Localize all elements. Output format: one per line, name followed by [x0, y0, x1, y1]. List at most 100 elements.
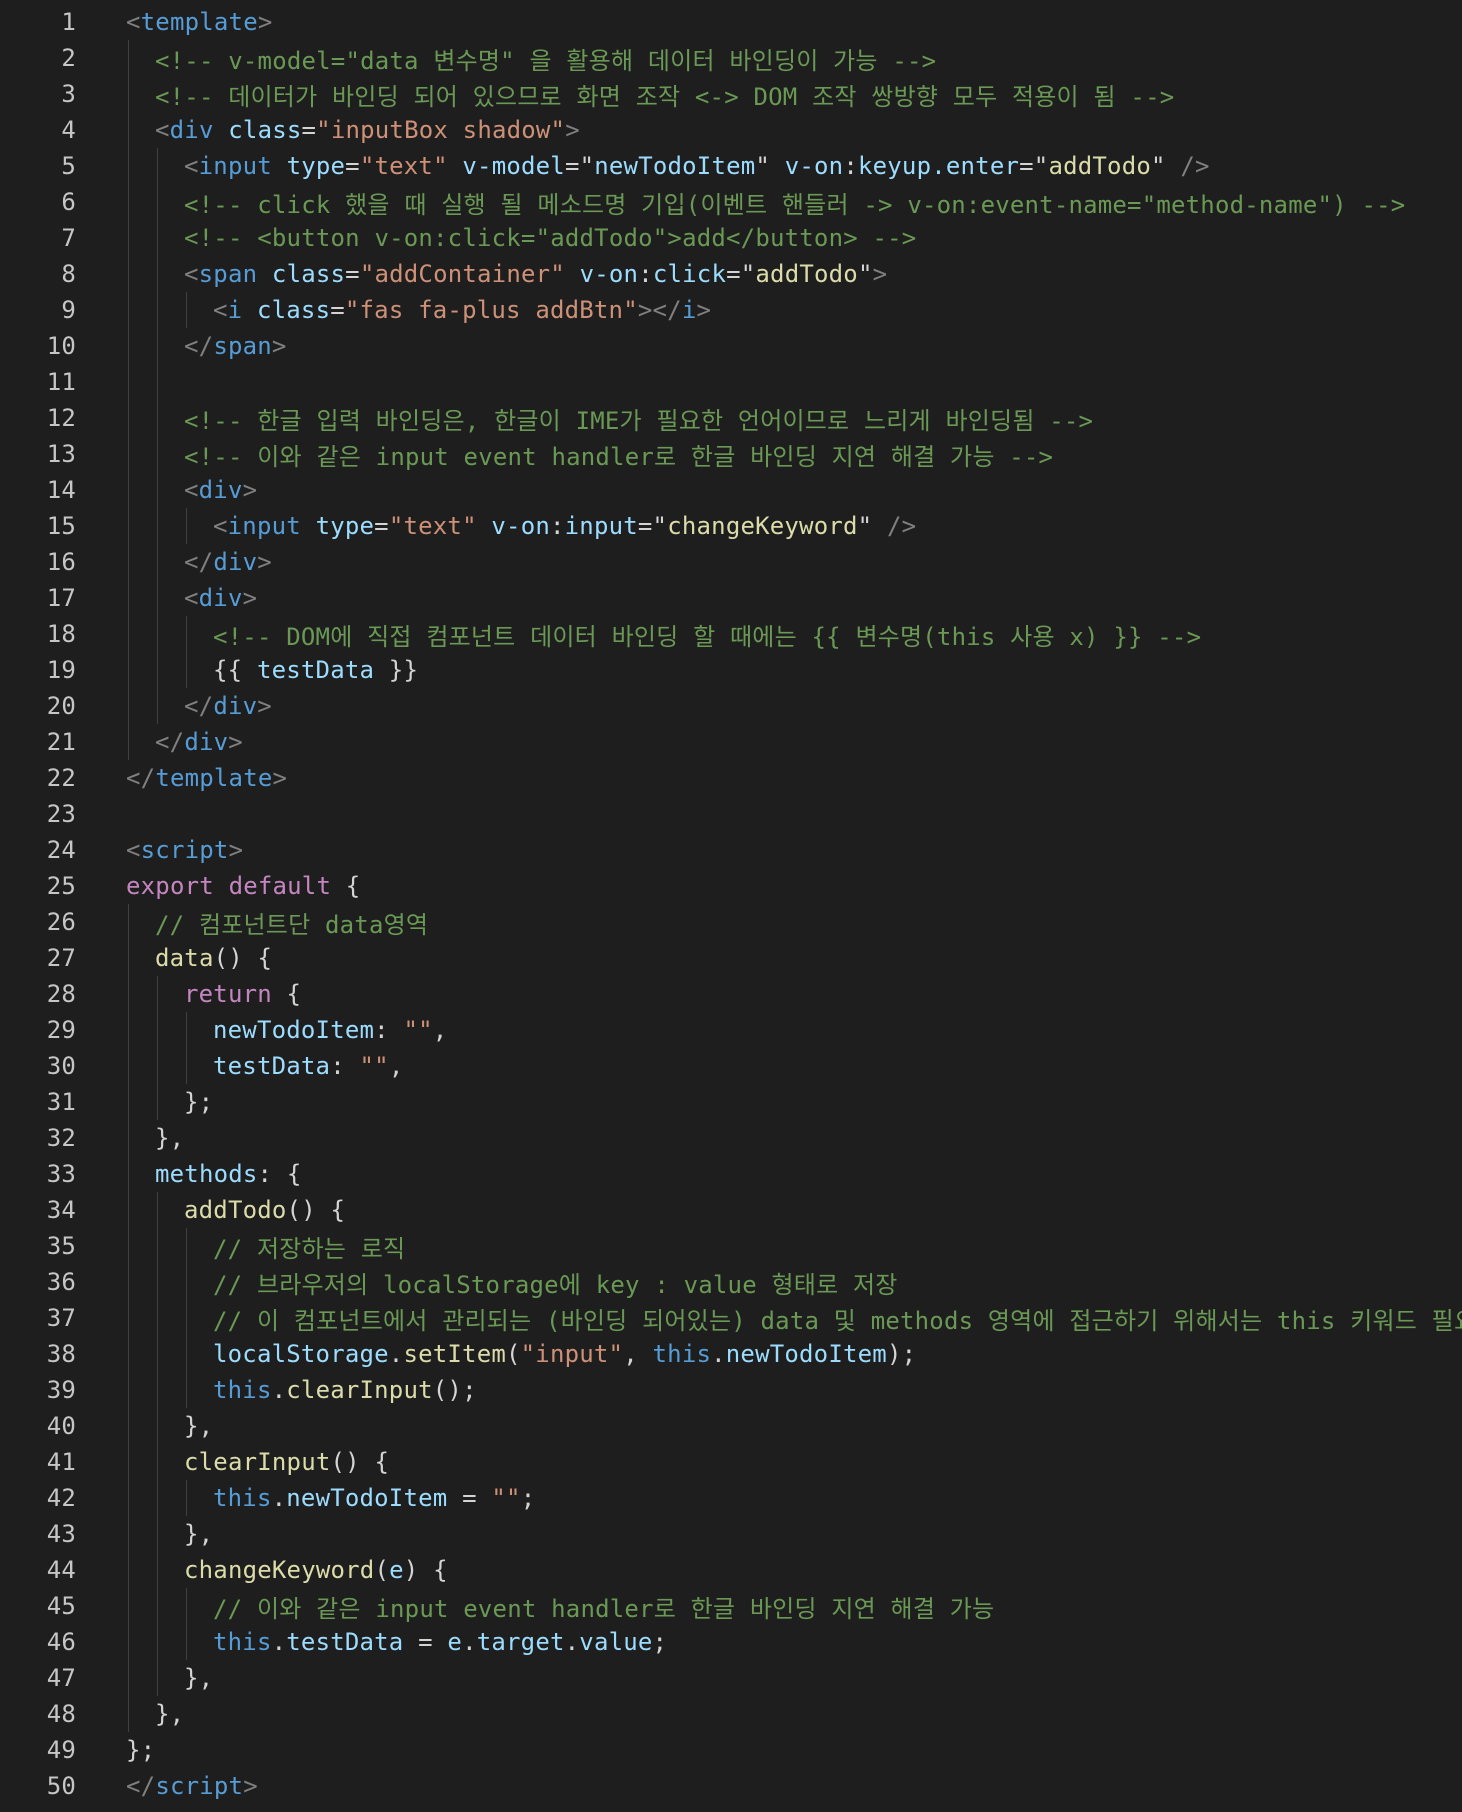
token-plain: ; [652, 1628, 668, 1656]
code-line[interactable]: 40}, [0, 1408, 1462, 1444]
code-line[interactable]: 48}, [0, 1696, 1462, 1732]
token-func: data [155, 944, 214, 972]
code-line[interactable]: 11 [0, 364, 1462, 400]
token-tag: span [213, 332, 272, 360]
code-line[interactable]: 42 this.newTodoItem = ""; [0, 1480, 1462, 1516]
indent-guide [128, 1516, 129, 1552]
code-line[interactable]: 39 this.clearInput(); [0, 1372, 1462, 1408]
code-line[interactable]: 16 </div> [0, 544, 1462, 580]
code-text: {{ testData }} [213, 656, 418, 684]
code-line[interactable]: 22 </template> [0, 760, 1462, 796]
indent-guide [128, 688, 129, 724]
line-number: 40 [46, 1412, 76, 1440]
token-plain: ) { [403, 1556, 448, 1584]
code-line[interactable]: 23 [0, 796, 1462, 832]
token-attr: type [315, 512, 375, 540]
token-var: e [389, 1556, 404, 1584]
token-var: newTodoItem [213, 1016, 375, 1044]
token-kw2: this [213, 1628, 272, 1656]
token-tag: i [681, 296, 697, 324]
indent-guide [157, 220, 158, 256]
token-comment: // 이 컴포넌트에서 관리되는 (바인딩 되어있는) data 및 metho… [213, 1306, 1462, 1335]
code-line[interactable]: 32}, [0, 1120, 1462, 1156]
indent-guide [128, 544, 129, 580]
code-line[interactable]: 7 <!-- <button v-on:click="addTodo">add</… [0, 220, 1462, 256]
code-line[interactable]: 5 <input type="text" v-model="newTodoItem… [0, 148, 1462, 184]
indent-guide [128, 724, 129, 760]
indent-guide [157, 652, 158, 688]
code-text: newTodoItem: "", [213, 1016, 447, 1044]
code-line[interactable]: 4 <div class="inputBox shadow"> [0, 112, 1462, 148]
code-text: data() { [155, 944, 272, 972]
code-line[interactable]: 36 // 브라우저의 localStorage에 key : value 형태로… [0, 1264, 1462, 1300]
token-tag: template [155, 764, 273, 792]
token-tag: input [227, 512, 301, 540]
token-str: "" [403, 1016, 433, 1044]
code-line[interactable]: 21 </div> [0, 724, 1462, 760]
code-line[interactable]: 12 <!-- 한글 입력 바인딩은, 한글이 IME가 필요한 언어이므로 느리… [0, 400, 1462, 436]
indent-guide [157, 1264, 158, 1300]
code-line[interactable]: 9 <i class="fas fa-plus addBtn"></i> [0, 292, 1462, 328]
token-plain: }, [155, 1124, 185, 1152]
token-punct: </ [184, 548, 214, 576]
code-line[interactable]: 41 clearInput() { [0, 1444, 1462, 1480]
indent-guide [157, 184, 158, 220]
code-line[interactable]: 37 // 이 컴포넌트에서 관리되는 (바인딩 되어있는) data 및 met… [0, 1300, 1462, 1336]
token-kw2: this [213, 1484, 272, 1512]
token-plain: = [447, 1484, 492, 1512]
code-line[interactable]: 47}, [0, 1660, 1462, 1696]
code-line[interactable]: 2 <!-- v-model="data 변수명" 을 활용해 데이터 바인딩이 … [0, 40, 1462, 76]
code-line[interactable]: 34 addTodo() { [0, 1192, 1462, 1228]
token-plain: = [403, 1628, 448, 1656]
code-line[interactable]: 17 <div> [0, 580, 1462, 616]
indent-guide [186, 1264, 187, 1300]
code-line[interactable]: 26 // 컴포넌트단 data영역 [0, 904, 1462, 940]
code-text: <template> [126, 8, 273, 36]
code-line[interactable]: 33 methods: { [0, 1156, 1462, 1192]
code-line[interactable]: 8 <span class="addContainer" v-on:click="… [0, 256, 1462, 292]
code-line[interactable]: 15 <input type="text" v-on:input="changeK… [0, 508, 1462, 544]
code-line[interactable]: 10 </span> [0, 328, 1462, 364]
code-line[interactable]: 25 export default { [0, 868, 1462, 904]
indent-guide [128, 1336, 129, 1372]
line-number: 45 [46, 1592, 76, 1620]
code-line[interactable]: 28 return { [0, 976, 1462, 1012]
code-line[interactable]: 3 <!-- 데이터가 바인딩 되어 있으므로 화면 조작 <-> DOM 조작 … [0, 76, 1462, 112]
code-line[interactable]: 46 this.testData = e.target.value; [0, 1624, 1462, 1660]
code-line[interactable]: 14 <div> [0, 472, 1462, 508]
code-line[interactable]: 45 // 이와 같은 input event handler로 한글 바인딩 지… [0, 1588, 1462, 1624]
code-editor[interactable]: 1 <template> 2 <!-- v-model="data 변수명" 을 활용… [0, 0, 1462, 1812]
code-line[interactable]: 44 changeKeyword(e) { [0, 1552, 1462, 1588]
indent-guide [128, 1300, 129, 1336]
code-line[interactable]: 31}; [0, 1084, 1462, 1120]
token-plain: . [271, 1628, 287, 1656]
token-comment: <!-- 데이터가 바인딩 되어 있으므로 화면 조작 <-> DOM 조작 쌍… [155, 82, 1175, 111]
token-var: testData [213, 1052, 331, 1080]
code-line[interactable]: 49}; [0, 1732, 1462, 1768]
code-line[interactable]: 50 </script> [0, 1768, 1462, 1804]
code-line[interactable]: 18 <!-- DOM에 직접 컴포넌트 데이터 바인딩 할 때에는 {{ 변수명… [0, 616, 1462, 652]
code-line[interactable]: 43}, [0, 1516, 1462, 1552]
indent-guide [128, 1696, 129, 1732]
token-plain: { [331, 872, 361, 900]
code-line[interactable]: 1 <template> [0, 4, 1462, 40]
code-line[interactable]: 27 data() { [0, 940, 1462, 976]
token-plain: =" [726, 260, 756, 288]
code-line[interactable]: 38 localStorage.setItem("input", this.new… [0, 1336, 1462, 1372]
code-line[interactable]: 24 <script> [0, 832, 1462, 868]
indent-guide [157, 1372, 158, 1408]
token-punct: > [271, 332, 287, 360]
code-line[interactable]: 35 // 저장하는 로직 [0, 1228, 1462, 1264]
code-line[interactable]: 19 {{ testData }} [0, 652, 1462, 688]
token-attr: type [286, 152, 346, 180]
code-line[interactable]: 29 newTodoItem: "", [0, 1012, 1462, 1048]
line-number: 1 [61, 8, 76, 36]
token-plain: ( [374, 1556, 390, 1584]
token-var: testData [286, 1628, 404, 1656]
code-line[interactable]: 6 <!-- click 했을 때 실행 될 메소드명 기입(이벤트 핸들러 ->… [0, 184, 1462, 220]
code-line[interactable]: 30 testData: "", [0, 1048, 1462, 1084]
code-line[interactable]: 20 </div> [0, 688, 1462, 724]
code-line[interactable]: 13 <!-- 이와 같은 input event handler로 한글 바인딩… [0, 436, 1462, 472]
token-plain: }} [374, 656, 419, 684]
